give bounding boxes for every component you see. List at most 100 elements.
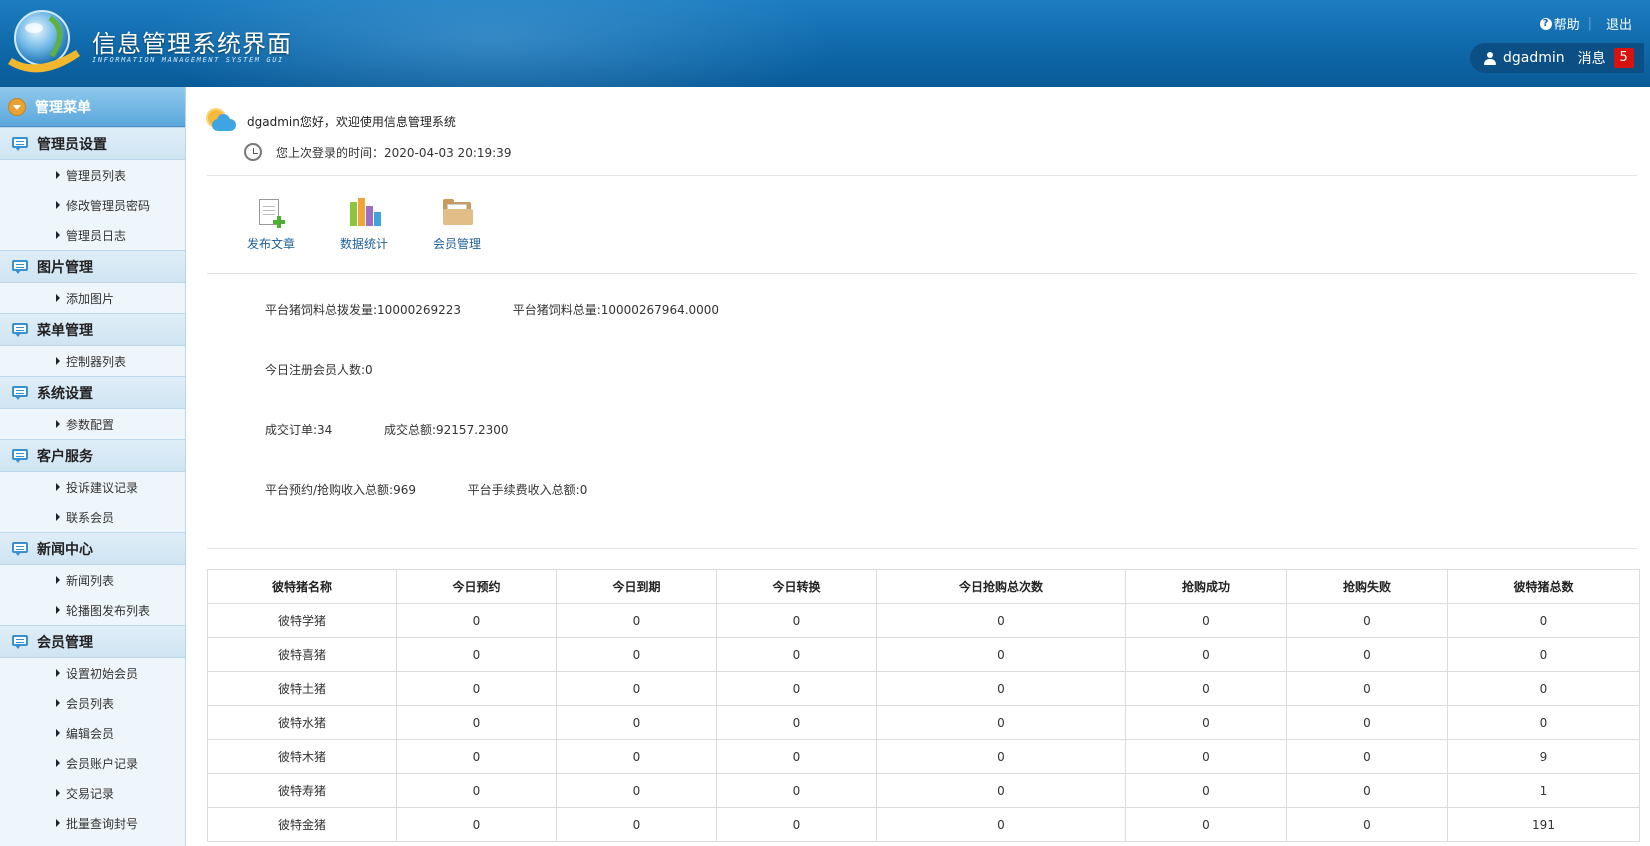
table-header-cell: 抢购失败 [1286, 569, 1448, 604]
sidebar-menu-item-label: 编辑会员 [66, 726, 115, 741]
help-link[interactable]: ? 帮助 [1539, 14, 1580, 33]
table-cell: 9 [1447, 739, 1640, 774]
quick-action-label: 数据统计 [340, 237, 389, 251]
sidebar-group-header[interactable]: 新闻中心 [0, 532, 185, 565]
table-cell: 0 [1286, 603, 1448, 638]
quick-action-label: 会员管理 [433, 237, 482, 251]
table-cell: 0 [716, 671, 877, 706]
caret-right-icon [56, 294, 60, 302]
sidebar-menu-item[interactable]: 管理员列表 [0, 160, 185, 190]
sidebar-menu-item-label: 新闻列表 [66, 573, 115, 588]
table-cell: 0 [716, 739, 877, 774]
table-row: 彼特寿猪 0 0 0 0 0 0 1 [207, 773, 1640, 808]
clock-icon [244, 143, 262, 161]
table-header-cell: 彼特猪名称 [207, 569, 397, 604]
sidebar-menu-item[interactable]: 参数配置 [0, 409, 185, 439]
sidebar-menu-item[interactable]: 联系会员 [0, 502, 185, 532]
caret-right-icon [56, 483, 60, 491]
sidebar-menu-item-label: 会员列表 [66, 696, 115, 711]
table-cell: 彼特寿猪 [207, 773, 397, 808]
sidebar-menu-item[interactable]: 新闻列表 [0, 565, 185, 595]
table-cell: 0 [1286, 773, 1448, 808]
sidebar-menu-item[interactable]: 控制器列表 [0, 346, 185, 376]
caret-right-icon [56, 759, 60, 767]
sidebar-group-header[interactable]: 菜单管理 [0, 313, 185, 346]
sidebar-group-header[interactable]: 客户服务 [0, 439, 185, 472]
table-cell: 0 [1447, 671, 1640, 706]
welcome-row: dgadmin您好，欢迎使用信息管理系统 [205, 109, 456, 133]
table-cell: 0 [716, 773, 877, 808]
chat-bubble-icon [12, 541, 29, 556]
table-cell: 0 [716, 603, 877, 638]
table-cell: 0 [876, 637, 1126, 672]
sidebar-menu-item[interactable]: 投诉建议记录 [0, 472, 185, 502]
table-cell: 彼特学猪 [207, 603, 397, 638]
sidebar-menu-item[interactable]: 批量查询封号 [0, 808, 185, 838]
chat-bubble-icon [12, 259, 29, 274]
sidebar-menu-item[interactable]: 会员账户记录 [0, 748, 185, 778]
sidebar: 管理菜单 管理员设置 管理员列表修改管理员密码管理员日志 图片管理 添加图片 菜单管理控… [0, 87, 186, 846]
table-cell: 0 [1125, 671, 1287, 706]
sidebar-menu-item-label: 会员账户记录 [66, 756, 139, 771]
quick-action-label: 发布文章 [247, 237, 296, 251]
table-body: 彼特学猪 0 0 0 0 0 0 0 彼特喜猪 0 0 0 0 0 0 0 彼特土猪 0 0 0 0 0 0 0 彼特水猪 0 0 0… [207, 603, 1640, 842]
table-cell: 0 [396, 603, 557, 638]
menu-header[interactable]: 管理菜单 [0, 87, 185, 127]
table-cell: 0 [556, 637, 717, 672]
table-header-cell: 今日抢购总次数 [876, 569, 1126, 604]
sidebar-menu-item[interactable]: 管理员日志 [0, 220, 185, 250]
quick-action-statistics[interactable]: 数据统计 [340, 197, 433, 252]
table-cell: 彼特喜猪 [207, 637, 397, 672]
menu-title: 管理菜单 [35, 99, 91, 116]
pig-stats-table: 彼特猪名称 今日预约 今日到期 今日转换 今日抢购总次数 抢购成功 抢购失败 彼特猪总数 彼特… [207, 569, 1640, 842]
table-cell: 0 [716, 705, 877, 740]
sidebar-menu-item[interactable]: 编辑会员 [0, 718, 185, 748]
sidebar-group-header[interactable]: 图片管理 [0, 250, 185, 283]
caret-right-icon [56, 357, 60, 365]
messages-count-badge[interactable]: 5 [1613, 48, 1634, 68]
table-cell: 0 [556, 603, 717, 638]
table-row: 彼特木猪 0 0 0 0 0 0 9 [207, 739, 1640, 774]
welcome-text: dgadmin您好，欢迎使用信息管理系统 [247, 114, 456, 129]
table-cell: 0 [1447, 705, 1640, 740]
table-row: 彼特学猪 0 0 0 0 0 0 0 [207, 603, 1640, 638]
sidebar-menu-item-label: 设置初始会员 [66, 666, 139, 681]
table-cell: 0 [556, 671, 717, 706]
table-row: 彼特喜猪 0 0 0 0 0 0 0 [207, 637, 1640, 672]
username[interactable]: dgadmin [1503, 50, 1565, 66]
quick-action-publish-article[interactable]: 发布文章 [247, 197, 340, 252]
main-content: dgadmin您好，欢迎使用信息管理系统 您上次登录的时间：2020-04-03… [187, 87, 1650, 846]
help-icon: ? [1539, 17, 1552, 30]
sidebar-group-header[interactable]: 系统设置 [0, 376, 185, 409]
sidebar-menu-item[interactable]: 会员列表 [0, 688, 185, 718]
sidebar-menu-item[interactable]: 设置初始会员 [0, 658, 185, 688]
table-cell: 彼特金猪 [207, 807, 397, 842]
table-cell: 0 [1286, 739, 1448, 774]
chat-bubble-icon [12, 385, 29, 400]
table-cell: 0 [396, 671, 557, 706]
table-cell: 0 [1125, 603, 1287, 638]
table-cell: 0 [876, 807, 1126, 842]
table-cell: 0 [1125, 739, 1287, 774]
logout-link[interactable]: 退出 [1606, 14, 1632, 33]
sidebar-group-header[interactable]: 会员管理 [0, 625, 185, 658]
last-login-text: 您上次登录的时间：2020-04-03 20:19:39 [276, 145, 512, 160]
app-subtitle: INFORMATION MANAGEMENT SYSTEM GUI [92, 56, 284, 64]
sidebar-menu-item[interactable]: 修改管理员密码 [0, 190, 185, 220]
stat-row-feed: 平台猪饲料总拨发量:10000269223 平台猪饲料总量:1000026796… [265, 301, 719, 318]
messages-link[interactable]: 消息 [1578, 48, 1606, 68]
caret-right-icon [56, 789, 60, 797]
sidebar-menu-item[interactable]: 轮播图发布列表 [0, 595, 185, 625]
caret-right-icon [56, 819, 60, 827]
caret-right-icon [56, 729, 60, 737]
sidebar-menu-item[interactable]: 添加图片 [0, 283, 185, 313]
table-cell: 0 [876, 705, 1126, 740]
sidebar-group-header[interactable]: 管理员设置 [0, 127, 185, 160]
quick-action-member-management[interactable]: 会员管理 [433, 197, 526, 252]
sidebar-menu-item-label: 修改管理员密码 [66, 198, 151, 213]
table-row: 彼特水猪 0 0 0 0 0 0 0 [207, 705, 1640, 740]
table-cell: 0 [1447, 603, 1640, 638]
sidebar-menu-item[interactable]: 交易记录 [0, 778, 185, 808]
table-cell: 0 [556, 773, 717, 808]
table-cell: 0 [556, 807, 717, 842]
